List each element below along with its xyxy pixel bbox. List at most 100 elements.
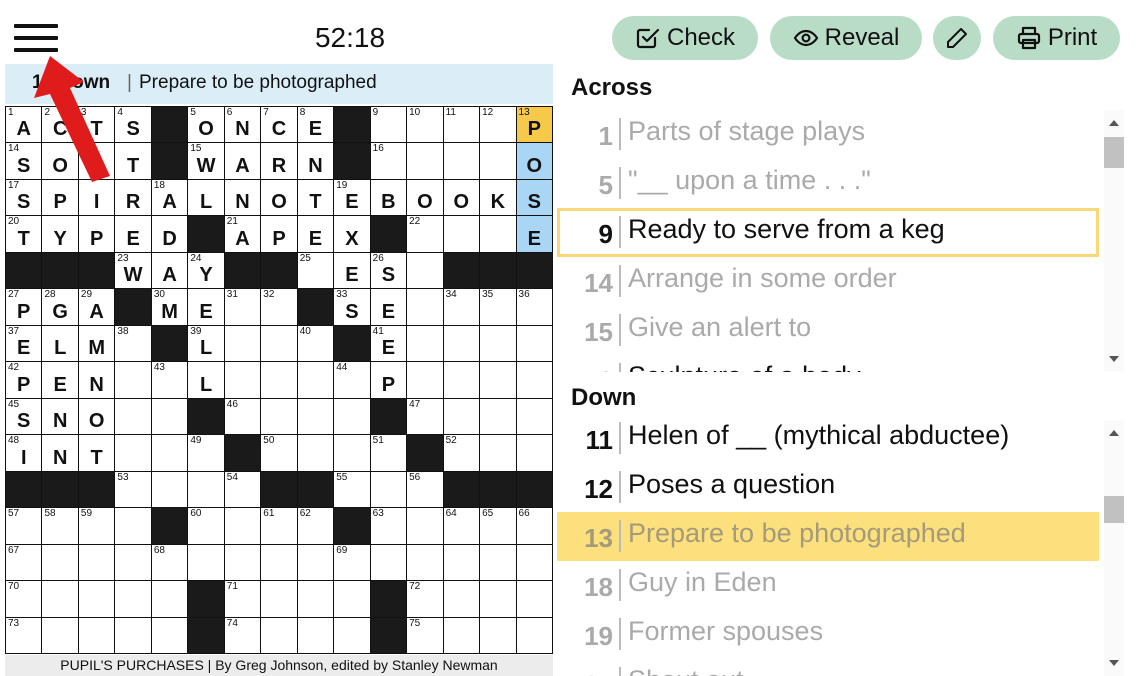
grid-cell[interactable] xyxy=(78,581,115,617)
grid-cell[interactable] xyxy=(78,544,115,581)
grid-cell[interactable] xyxy=(407,325,443,362)
grid-cell[interactable] xyxy=(115,398,151,435)
grid-cell[interactable] xyxy=(443,617,480,653)
grid-cell[interactable]: T xyxy=(78,435,115,471)
grid-cell[interactable]: 23 W xyxy=(115,252,151,289)
grid-cell[interactable] xyxy=(480,398,516,435)
grid-cell[interactable]: 73 xyxy=(6,617,42,653)
grid-cell[interactable] xyxy=(516,325,552,362)
grid-cell[interactable]: 1A xyxy=(6,107,42,143)
grid-cell[interactable]: 42 P xyxy=(6,362,42,398)
grid-cell[interactable]: 69 xyxy=(334,544,370,581)
grid-cell[interactable]: 66 xyxy=(516,508,552,544)
grid-cell[interactable] xyxy=(480,435,516,471)
grid-cell[interactable] xyxy=(407,508,443,544)
grid-cell[interactable]: 72 xyxy=(407,581,443,617)
grid-cell[interactable] xyxy=(297,581,334,617)
grid-cell[interactable]: 14 S xyxy=(6,143,42,179)
grid-cell[interactable]: X xyxy=(334,216,370,252)
grid-cell[interactable]: T xyxy=(115,143,151,179)
grid-cell[interactable]: M xyxy=(78,325,115,362)
grid-cell[interactable]: N xyxy=(42,398,78,435)
grid-cell[interactable]: 67 xyxy=(6,544,42,581)
grid-cell[interactable]: R xyxy=(261,143,297,179)
grid-cell[interactable] xyxy=(480,362,516,398)
grid-cell[interactable] xyxy=(443,544,480,581)
grid-cell[interactable] xyxy=(443,581,480,617)
grid-cell[interactable]: 15 W xyxy=(188,143,224,179)
grid-cell[interactable]: 22 xyxy=(407,216,443,252)
grid-cell[interactable] xyxy=(334,398,370,435)
grid-cell[interactable] xyxy=(151,617,188,653)
grid-cell[interactable] xyxy=(443,143,480,179)
grid-cell[interactable]: 68 xyxy=(151,544,188,581)
grid-cell[interactable]: N xyxy=(42,435,78,471)
grid-cell[interactable] xyxy=(443,216,480,252)
grid-cell[interactable] xyxy=(334,435,370,471)
down-clue-12[interactable]: 12 Poses a question xyxy=(557,463,1099,512)
grid-cell[interactable]: 5O xyxy=(188,107,224,143)
grid-cell[interactable] xyxy=(516,398,552,435)
grid-cell[interactable]: O xyxy=(407,179,443,216)
grid-cell[interactable]: E xyxy=(188,289,224,325)
grid-cell[interactable]: 74 xyxy=(224,617,261,653)
grid-cell[interactable]: 6N xyxy=(224,107,261,143)
grid-cell[interactable] xyxy=(115,617,151,653)
grid-cell[interactable] xyxy=(115,544,151,581)
grid-cell[interactable] xyxy=(407,143,443,179)
grid-cell[interactable] xyxy=(188,544,224,581)
grid-cell[interactable]: R xyxy=(115,179,151,216)
grid-cell[interactable]: D xyxy=(151,216,188,252)
grid-cell[interactable]: 57 xyxy=(6,508,42,544)
grid-cell[interactable] xyxy=(370,544,407,581)
grid-cell[interactable]: 71 xyxy=(224,581,261,617)
down-clue-list[interactable]: 11 Helen of __ (mythical abductee) 12 Poses… xyxy=(557,414,1099,676)
grid-cell[interactable] xyxy=(261,325,297,362)
grid-cell[interactable] xyxy=(516,617,552,653)
grid-cell[interactable]: 33 S xyxy=(334,289,370,325)
grid-cell[interactable]: 31 xyxy=(224,289,261,325)
pencil-button[interactable] xyxy=(933,16,981,60)
across-clue-14[interactable]: 14 Arrange in some order xyxy=(557,257,1099,306)
grid-cell[interactable] xyxy=(115,362,151,398)
grid-cell[interactable]: 64 xyxy=(443,508,480,544)
down-clue-18[interactable]: 18 Guy in Eden xyxy=(557,561,1099,610)
grid-cell[interactable]: 45 S xyxy=(6,398,42,435)
grid-cell[interactable] xyxy=(443,398,480,435)
grid-cell[interactable]: O xyxy=(42,143,78,179)
grid-cell[interactable]: 4S xyxy=(115,107,151,143)
grid-cell[interactable]: 53 xyxy=(115,471,151,508)
across-clue-1[interactable]: 1 Parts of stage plays xyxy=(557,110,1099,159)
grid-cell[interactable]: 29 A xyxy=(78,289,115,325)
grid-cell[interactable]: 17 S xyxy=(6,179,42,216)
grid-cell[interactable]: 58 xyxy=(42,508,78,544)
grid-cell[interactable]: 34 xyxy=(443,289,480,325)
across-clue-list[interactable]: 1 Parts of stage plays 5 "__ upon a time . … xyxy=(557,110,1099,372)
scroll-thumb[interactable] xyxy=(1104,496,1124,523)
grid-cell[interactable]: 13 P xyxy=(516,107,552,143)
grid-cell[interactable]: 43 xyxy=(151,362,188,398)
grid-cell[interactable]: 49 xyxy=(188,435,224,471)
grid-cell[interactable] xyxy=(480,143,516,179)
across-clue-16[interactable]: 16 Sculpture of a body xyxy=(557,355,1099,372)
grid-cell[interactable]: O xyxy=(78,398,115,435)
grid-cell[interactable] xyxy=(42,581,78,617)
grid-cell[interactable] xyxy=(516,544,552,581)
grid-cell[interactable]: P xyxy=(78,216,115,252)
grid-cell[interactable]: 70 xyxy=(6,581,42,617)
scroll-down-icon[interactable] xyxy=(1109,660,1119,666)
down-scrollbar[interactable] xyxy=(1104,420,1124,676)
grid-cell[interactable] xyxy=(297,544,334,581)
grid-cell[interactable]: E xyxy=(297,216,334,252)
grid-cell[interactable]: 54 xyxy=(224,471,261,508)
grid-cell[interactable]: 3T xyxy=(78,107,115,143)
grid-cell[interactable]: 8E xyxy=(297,107,334,143)
grid-cell[interactable] xyxy=(480,617,516,653)
grid-cell[interactable]: 36 xyxy=(516,289,552,325)
grid-cell[interactable]: N xyxy=(224,179,261,216)
across-clue-5[interactable]: 5 "__ upon a time . . ." xyxy=(557,159,1099,208)
grid-cell[interactable] xyxy=(516,435,552,471)
grid-cell[interactable]: 30 M xyxy=(151,289,188,325)
grid-cell[interactable]: 28 G xyxy=(42,289,78,325)
grid-cell[interactable] xyxy=(297,398,334,435)
